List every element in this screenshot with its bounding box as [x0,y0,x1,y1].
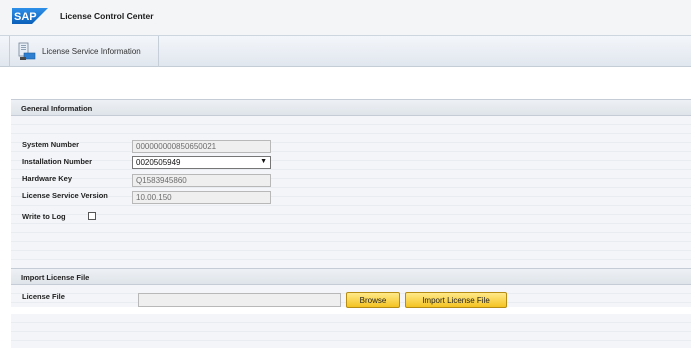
write-to-log-label: Write to Log [22,212,66,221]
tab-license-service-information[interactable]: License Service Information [9,36,159,67]
write-to-log-checkbox[interactable] [88,212,96,220]
installation-number-select[interactable]: 0020505949 ▼ [132,156,271,169]
chevron-down-icon: ▼ [260,158,267,165]
bottom-strip [11,314,691,348]
hardware-key-field: Q1583945860 [132,174,271,187]
title-bar: SAP License Control Center [0,0,691,35]
section-header-general: General Information [11,99,691,116]
svg-text:SAP: SAP [14,11,37,23]
license-file-label: License File [22,292,65,301]
tab-bar: License Service Information [0,35,691,67]
hardware-key-label: Hardware Key [22,174,73,183]
installation-number-label: Installation Number [22,157,93,166]
system-number-field: 000000000850650021 [132,140,271,153]
section-header-import: Import License File [11,268,691,285]
app-title: License Control Center [60,11,154,21]
license-service-icon [18,42,36,60]
section-title-import: Import License File [21,273,90,282]
section-title-general: General Information [21,104,93,113]
installation-number-value: 0020505949 [136,158,181,167]
general-information-body: System Number 000000000850650021 Install… [11,116,691,268]
license-service-version-field: 10.00.150 [132,191,271,204]
system-number-label: System Number [22,140,80,149]
license-service-version-label: License Service Version [22,191,108,200]
import-license-file-button[interactable]: Import License File [405,292,507,308]
tab-label: License Service Information [42,47,141,56]
general-information-section: General Information System Number 000000… [11,99,691,307]
browse-button[interactable]: Browse [346,292,400,308]
license-file-input[interactable] [138,293,341,307]
sap-logo: SAP [12,8,48,24]
